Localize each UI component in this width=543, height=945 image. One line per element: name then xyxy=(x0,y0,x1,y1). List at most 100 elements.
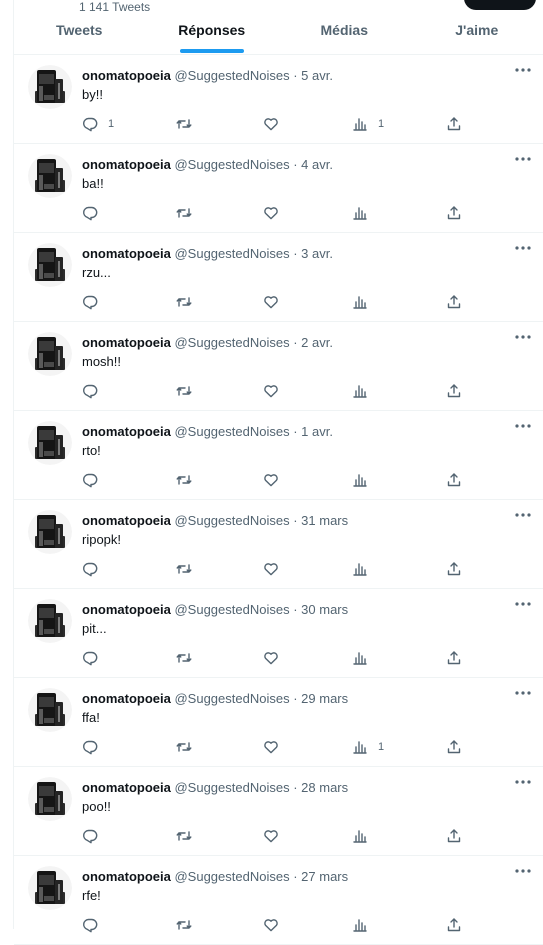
profile-action-button[interactable] xyxy=(464,0,536,10)
more-icon[interactable] xyxy=(513,775,533,789)
views-button[interactable] xyxy=(352,561,378,577)
more-icon[interactable] xyxy=(513,63,533,77)
retweet-button[interactable] xyxy=(176,739,202,755)
views-button[interactable] xyxy=(352,472,378,488)
user-handle[interactable]: @SuggestedNoises xyxy=(174,424,289,439)
avatar[interactable] xyxy=(28,421,72,465)
tweet-date[interactable]: 30 mars xyxy=(301,602,348,617)
avatar[interactable] xyxy=(28,777,72,821)
tab-likes[interactable]: J'aime xyxy=(411,14,543,54)
retweet-button[interactable] xyxy=(176,472,202,488)
more-icon[interactable] xyxy=(513,152,533,166)
like-button[interactable] xyxy=(263,116,289,132)
like-button[interactable] xyxy=(263,828,289,844)
share-button[interactable] xyxy=(446,205,462,221)
avatar[interactable] xyxy=(28,866,72,910)
tweet-date[interactable]: 31 mars xyxy=(301,513,348,528)
views-button[interactable] xyxy=(352,205,378,221)
retweet-button[interactable] xyxy=(176,650,202,666)
user-handle[interactable]: @SuggestedNoises xyxy=(174,246,289,261)
avatar[interactable] xyxy=(28,688,72,732)
like-button[interactable] xyxy=(263,472,289,488)
like-button[interactable] xyxy=(263,205,289,221)
avatar[interactable] xyxy=(28,332,72,376)
reply-button[interactable] xyxy=(82,383,108,399)
reply-button[interactable]: 1 xyxy=(82,116,114,132)
views-button[interactable] xyxy=(352,917,378,933)
reply-button[interactable] xyxy=(82,739,108,755)
more-icon[interactable] xyxy=(513,597,533,611)
avatar[interactable] xyxy=(28,243,72,287)
user-handle[interactable]: @SuggestedNoises xyxy=(174,157,289,172)
tweet[interactable]: onomatopoeia @SuggestedNoises · 3 avr. r… xyxy=(14,233,543,322)
share-button[interactable] xyxy=(446,116,462,132)
reply-button[interactable] xyxy=(82,472,108,488)
tweet[interactable]: onomatopoeia @SuggestedNoises · 1 avr. r… xyxy=(14,411,543,500)
tweet[interactable]: onomatopoeia @SuggestedNoises · 27 mars … xyxy=(14,856,543,945)
reply-button[interactable] xyxy=(82,561,108,577)
reply-button[interactable] xyxy=(82,650,108,666)
tweet[interactable]: onomatopoeia @SuggestedNoises · 31 mars … xyxy=(14,500,543,589)
share-button[interactable] xyxy=(446,561,462,577)
like-button[interactable] xyxy=(263,650,289,666)
share-button[interactable] xyxy=(446,383,462,399)
tweet-date[interactable]: 2 avr. xyxy=(301,335,333,350)
user-handle[interactable]: @SuggestedNoises xyxy=(174,691,289,706)
tweet-date[interactable]: 1 avr. xyxy=(301,424,333,439)
avatar[interactable] xyxy=(28,599,72,643)
more-icon[interactable] xyxy=(513,508,533,522)
tweet[interactable]: onomatopoeia @SuggestedNoises · 5 avr. b… xyxy=(14,55,543,144)
views-button[interactable] xyxy=(352,650,378,666)
retweet-button[interactable] xyxy=(176,383,202,399)
display-name[interactable]: onomatopoeia xyxy=(82,246,171,261)
avatar[interactable] xyxy=(28,510,72,554)
tweet-date[interactable]: 3 avr. xyxy=(301,246,333,261)
display-name[interactable]: onomatopoeia xyxy=(82,691,171,706)
like-button[interactable] xyxy=(263,739,289,755)
user-handle[interactable]: @SuggestedNoises xyxy=(174,780,289,795)
display-name[interactable]: onomatopoeia xyxy=(82,157,171,172)
retweet-button[interactable] xyxy=(176,116,202,132)
display-name[interactable]: onomatopoeia xyxy=(82,335,171,350)
tweet-date[interactable]: 5 avr. xyxy=(301,68,333,83)
views-button[interactable] xyxy=(352,294,378,310)
tweet[interactable]: onomatopoeia @SuggestedNoises · 30 mars … xyxy=(14,589,543,678)
user-handle[interactable]: @SuggestedNoises xyxy=(174,602,289,617)
share-button[interactable] xyxy=(446,739,462,755)
reply-button[interactable] xyxy=(82,828,108,844)
tweet[interactable]: onomatopoeia @SuggestedNoises · 4 avr. b… xyxy=(14,144,543,233)
share-button[interactable] xyxy=(446,828,462,844)
views-button[interactable]: 1 xyxy=(352,116,384,132)
more-icon[interactable] xyxy=(513,419,533,433)
reply-button[interactable] xyxy=(82,917,108,933)
retweet-button[interactable] xyxy=(176,917,202,933)
like-button[interactable] xyxy=(263,383,289,399)
views-button[interactable] xyxy=(352,828,378,844)
retweet-button[interactable] xyxy=(176,205,202,221)
display-name[interactable]: onomatopoeia xyxy=(82,780,171,795)
more-icon[interactable] xyxy=(513,864,533,878)
display-name[interactable]: onomatopoeia xyxy=(82,602,171,617)
user-handle[interactable]: @SuggestedNoises xyxy=(174,68,289,83)
user-handle[interactable]: @SuggestedNoises xyxy=(174,869,289,884)
user-handle[interactable]: @SuggestedNoises xyxy=(174,513,289,528)
tweet-date[interactable]: 28 mars xyxy=(301,780,348,795)
tweet[interactable]: onomatopoeia @SuggestedNoises · 28 mars … xyxy=(14,767,543,856)
more-icon[interactable] xyxy=(513,241,533,255)
share-button[interactable] xyxy=(446,294,462,310)
avatar[interactable] xyxy=(28,65,72,109)
tab-media[interactable]: Médias xyxy=(278,14,411,54)
share-button[interactable] xyxy=(446,472,462,488)
user-handle[interactable]: @SuggestedNoises xyxy=(174,335,289,350)
more-icon[interactable] xyxy=(513,330,533,344)
more-icon[interactable] xyxy=(513,686,533,700)
tweet[interactable]: onomatopoeia @SuggestedNoises · 2 avr. m… xyxy=(14,322,543,411)
display-name[interactable]: onomatopoeia xyxy=(82,513,171,528)
reply-button[interactable] xyxy=(82,205,108,221)
display-name[interactable]: onomatopoeia xyxy=(82,869,171,884)
like-button[interactable] xyxy=(263,561,289,577)
avatar[interactable] xyxy=(28,154,72,198)
tweet[interactable]: onomatopoeia @SuggestedNoises · 29 mars … xyxy=(14,678,543,767)
display-name[interactable]: onomatopoeia xyxy=(82,424,171,439)
retweet-button[interactable] xyxy=(176,828,202,844)
